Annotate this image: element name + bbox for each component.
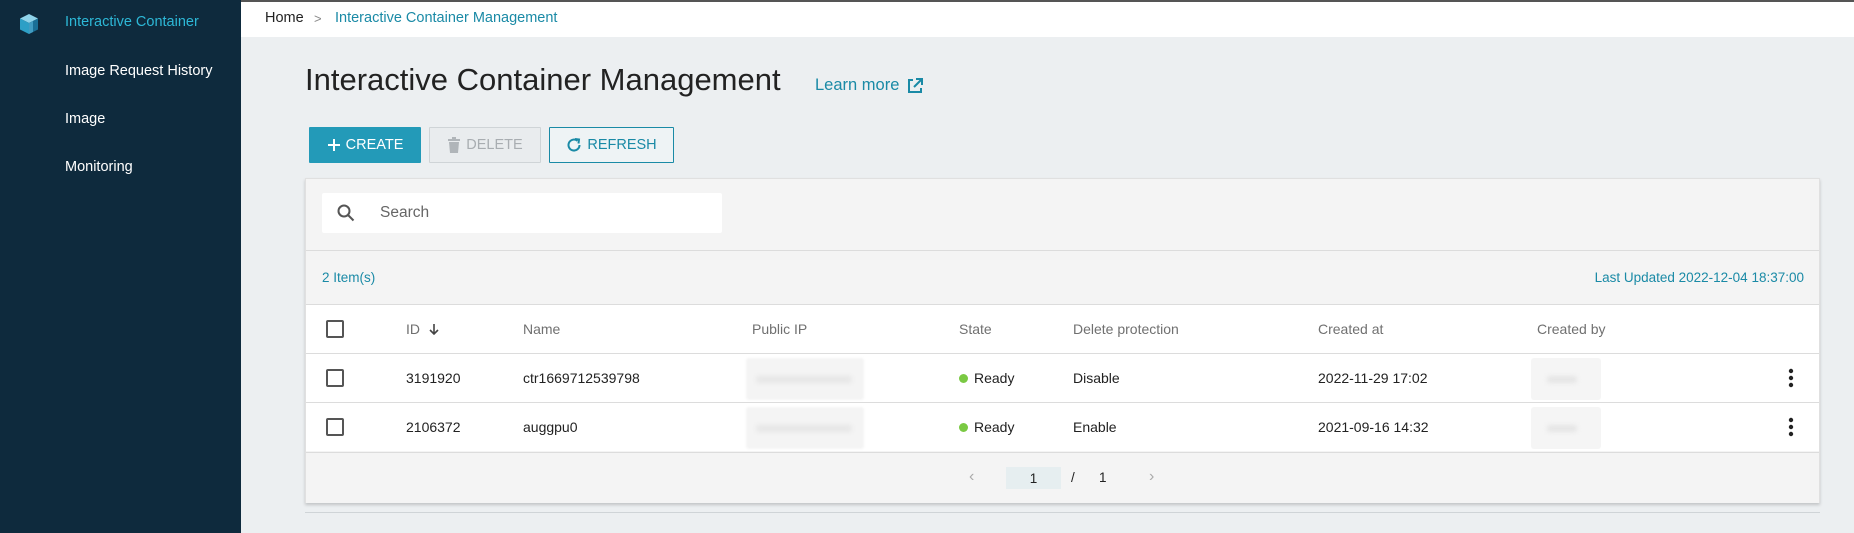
column-header-created-at: Created at (1318, 321, 1384, 337)
column-header-id[interactable]: ID (406, 305, 440, 353)
breadcrumb-current[interactable]: Interactive Container Management (335, 10, 557, 26)
row-delete-protection: Enable (1073, 419, 1117, 435)
plus-icon (327, 139, 340, 151)
row-created-at: 2022-11-29 17:02 (1318, 370, 1428, 386)
more-options-icon[interactable] (1788, 417, 1794, 437)
page-title: Interactive Container Management (305, 62, 781, 97)
breadcrumb-home[interactable]: Home (265, 10, 304, 26)
row-name[interactable]: ctr1669712539798 (523, 354, 640, 402)
column-header-delete-protection: Delete protection (1073, 321, 1179, 337)
divider (305, 512, 1820, 513)
page-number-input[interactable] (1006, 467, 1061, 489)
trash-icon (448, 137, 461, 153)
arrow-down-icon[interactable] (428, 323, 440, 335)
create-button-label: CREATE (345, 137, 404, 153)
row-state-label: Ready (974, 419, 1015, 435)
search-box (322, 193, 722, 233)
row-state: Ready (959, 354, 1014, 402)
delete-button-label: DELETE (466, 137, 523, 153)
sidebar-item-image[interactable]: Image (65, 111, 105, 127)
status-dot-icon (959, 374, 968, 383)
column-header-state: State (959, 321, 992, 337)
table-row[interactable]: 2106372 auggpu0 Ready Enable 2021-09-16 … (306, 402, 1819, 451)
sidebar: Interactive Container Image Request Hist… (0, 0, 241, 533)
summary-bar: 2 Item(s) Last Updated 2022-12-04 18:37:… (306, 250, 1819, 304)
sidebar-item-monitoring[interactable]: Monitoring (65, 159, 133, 175)
cube-icon[interactable] (17, 12, 41, 36)
row-id: 3191920 (406, 370, 461, 386)
container-list-panel: 2 Item(s) Last Updated 2022-12-04 18:37:… (305, 178, 1820, 503)
last-updated: Last Updated 2022-12-04 18:37:00 (1594, 270, 1804, 285)
row-state: Ready (959, 403, 1014, 451)
previous-page-icon[interactable]: ‹ (969, 468, 974, 486)
row-created-by-redacted (1531, 358, 1601, 400)
breadcrumb: Home > Interactive Container Management (241, 0, 1854, 37)
column-header-id-label: ID (406, 321, 420, 337)
row-created-by-redacted (1531, 407, 1601, 449)
sidebar-item-interactive-container[interactable]: Interactive Container (65, 14, 199, 30)
total-pages: 1 (1099, 470, 1107, 485)
row-checkbox[interactable] (326, 369, 344, 387)
containers-table: ID Name Public IP State Delete protectio… (306, 304, 1819, 451)
search-icon (337, 204, 355, 222)
external-link-icon (908, 77, 924, 93)
pagination: ‹ / 1 › (306, 452, 1819, 503)
table-header: ID Name Public IP State Delete protectio… (306, 304, 1819, 353)
search-input[interactable] (380, 201, 710, 225)
column-header-created-by: Created by (1537, 321, 1606, 337)
page-separator: / (1071, 470, 1075, 485)
row-checkbox[interactable] (326, 418, 344, 436)
row-id: 2106372 (406, 419, 461, 435)
row-name[interactable]: auggpu0 (523, 403, 578, 451)
row-created-at: 2021-09-16 14:32 (1318, 419, 1429, 435)
refresh-button-label: REFRESH (587, 137, 657, 153)
row-public-ip-redacted (746, 407, 864, 449)
learn-more-label: Learn more (815, 76, 900, 94)
create-button[interactable]: CREATE (309, 127, 421, 163)
refresh-button[interactable]: REFRESH (549, 127, 674, 163)
sidebar-item-image-request-history[interactable]: Image Request History (65, 63, 212, 79)
table-row[interactable]: 3191920 ctr1669712539798 Ready Disable 2… (306, 353, 1819, 402)
select-all-checkbox[interactable] (326, 320, 344, 338)
learn-more-link[interactable]: Learn more (815, 76, 924, 95)
column-header-public-ip: Public IP (752, 321, 808, 337)
row-public-ip-redacted (746, 358, 864, 400)
next-page-icon[interactable]: › (1149, 468, 1154, 486)
column-header-name: Name (523, 321, 561, 337)
delete-button[interactable]: DELETE (429, 127, 541, 163)
status-dot-icon (959, 423, 968, 432)
more-options-icon[interactable] (1788, 368, 1794, 388)
refresh-icon (567, 138, 581, 152)
item-count: 2 Item(s) (322, 270, 376, 285)
breadcrumb-separator: > (314, 11, 322, 26)
row-delete-protection: Disable (1073, 370, 1120, 386)
row-state-label: Ready (974, 370, 1015, 386)
